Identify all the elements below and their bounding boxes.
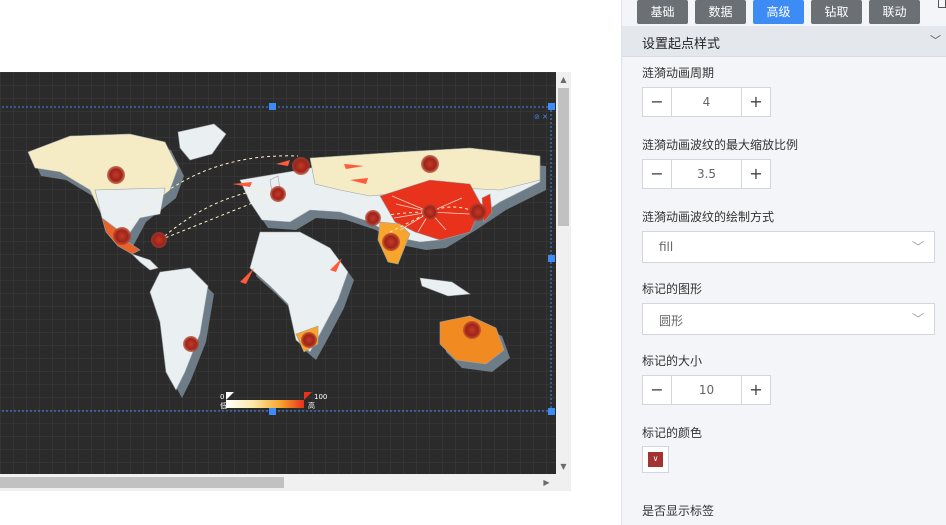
scroll-up-icon[interactable]: ▲ [556, 72, 571, 87]
map-canvas[interactable]: ⊘ ✕ 0 100 低 高 [0, 72, 556, 474]
map-marker [469, 203, 487, 221]
ripple-period-stepper: − 4 + [642, 87, 771, 117]
show-label-label: 是否显示标签 [642, 504, 715, 518]
resize-handle-right [548, 103, 555, 110]
vertical-scroll-thumb[interactable] [558, 88, 569, 226]
panel-corner-icon[interactable] [938, 0, 946, 8]
map-marker [301, 332, 317, 348]
map-marker [151, 232, 167, 248]
map-marker [365, 210, 381, 226]
ripple-brush-select[interactable]: fill ﹀ [642, 231, 935, 263]
increment-button[interactable]: + [741, 376, 770, 404]
tab-advanced[interactable]: 高级 [753, 0, 804, 24]
chevron-down-icon: ﹀ [911, 240, 924, 254]
color-picker[interactable]: ∨ [642, 446, 669, 473]
resize-handle-bottom [269, 408, 276, 415]
chevron-down-icon[interactable]: ﹀ [930, 32, 941, 48]
ripple-scale-value[interactable]: 3.5 [672, 160, 741, 188]
map-marker [270, 186, 286, 202]
scrollbar-corner [556, 474, 571, 491]
legend-high-label: 高 [308, 401, 315, 410]
map-marker [421, 155, 439, 173]
legend-gradient-bar [226, 400, 304, 408]
ripple-scale-label: 涟漪动画波纹的最大缩放比例 [642, 138, 799, 152]
map-marker [107, 166, 125, 184]
scroll-right-icon[interactable]: ▶ [539, 475, 554, 490]
decrement-button[interactable]: − [643, 88, 672, 116]
legend-min-label: 0 [220, 393, 224, 401]
map-marker [463, 321, 481, 339]
ripple-brush-value: fill [659, 240, 674, 254]
frame-corner-icons: ⊘ ✕ [534, 113, 548, 121]
map-marker [382, 233, 400, 251]
map-marker [422, 204, 438, 220]
symbol-size-value[interactable]: 10 [672, 376, 741, 404]
horizontal-scrollbar[interactable]: ▶ [0, 474, 556, 491]
legend-low-label: 低 [220, 401, 227, 410]
symbol-color-label: 标记的颜色 [642, 426, 703, 440]
decrement-button[interactable]: − [643, 376, 672, 404]
ripple-period-value[interactable]: 4 [672, 88, 741, 116]
tab-data[interactable]: 数据 [695, 0, 746, 24]
legend-max-label: 100 [314, 393, 327, 401]
chevron-down-icon: ∨ [652, 454, 659, 463]
map-marker [292, 157, 310, 175]
increment-button[interactable]: + [741, 160, 770, 188]
settings-panel: 基础 数据 高级 钻取 联动 设置起点样式 ﹀ 涟漪动画周期 − 4 + 涟漪动… [621, 0, 946, 525]
section-title: 设置起点样式 [642, 37, 721, 52]
tab-bar: 基础 数据 高级 钻取 联动 [622, 0, 946, 24]
tab-basic[interactable]: 基础 [637, 0, 688, 24]
ripple-scale-stepper: − 3.5 + [642, 159, 771, 189]
symbol-size-label: 标记的大小 [642, 354, 703, 368]
world-map: ⊘ ✕ 0 100 低 高 [0, 72, 556, 474]
resize-handle-right-mid [548, 255, 555, 262]
horizontal-scroll-thumb[interactable] [0, 477, 284, 488]
tab-linkage[interactable]: 联动 [869, 0, 920, 24]
resize-handle-top [269, 103, 276, 110]
ripple-period-label: 涟漪动画周期 [642, 66, 715, 80]
tab-drill[interactable]: 钻取 [811, 0, 862, 24]
symbol-size-stepper: − 10 + [642, 375, 771, 405]
resize-handle-right-bottom [548, 408, 555, 415]
vertical-scrollbar[interactable]: ▲ ▼ [556, 72, 571, 474]
ripple-brush-label: 涟漪动画波纹的绘制方式 [642, 210, 775, 224]
increment-button[interactable]: + [741, 88, 770, 116]
symbol-shape-label: 标记的图形 [642, 282, 703, 296]
symbol-shape-select[interactable]: 圆形 ﹀ [642, 303, 935, 335]
scroll-down-icon[interactable]: ▼ [556, 459, 571, 474]
section-header[interactable]: 设置起点样式 ﹀ [622, 26, 946, 57]
symbol-shape-value: 圆形 [659, 314, 684, 328]
chevron-down-icon: ﹀ [911, 312, 924, 326]
map-marker [113, 227, 131, 245]
decrement-button[interactable]: − [643, 160, 672, 188]
map-marker [183, 336, 199, 352]
